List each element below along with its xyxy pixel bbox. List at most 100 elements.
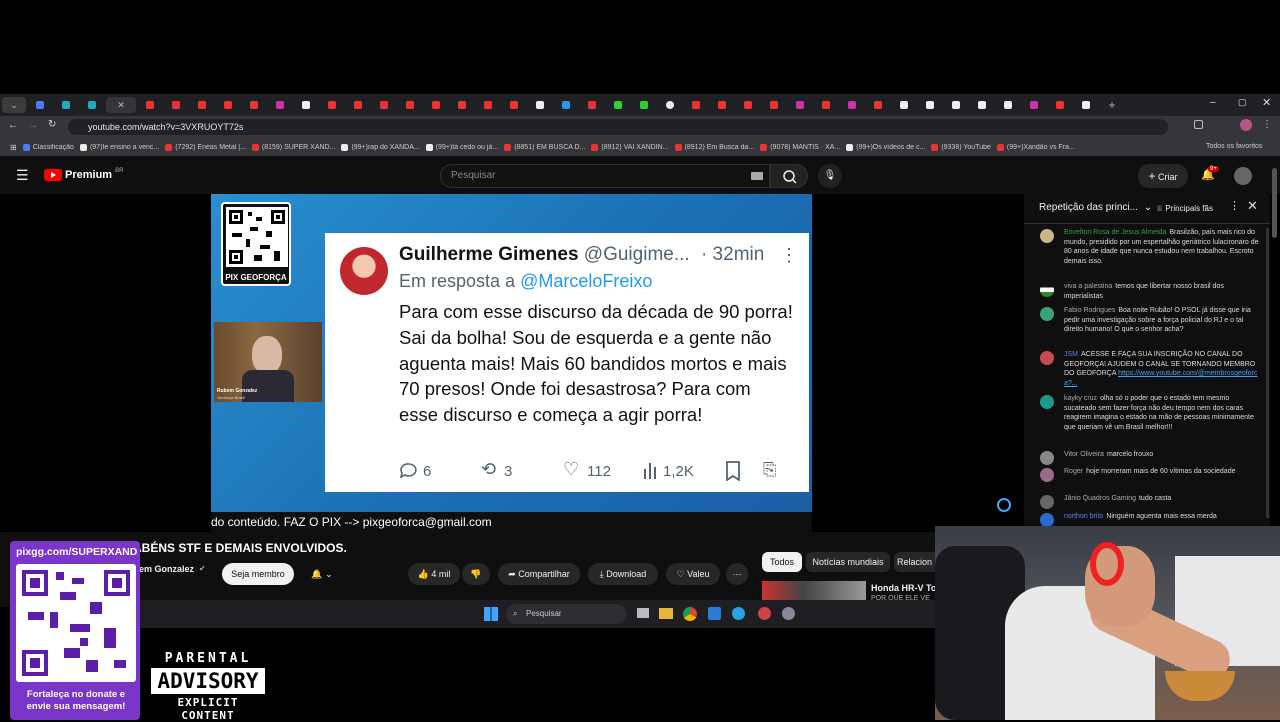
search-input[interactable]: Pesquisar xyxy=(440,164,770,188)
close-chat-icon[interactable]: ✕ xyxy=(1247,199,1258,211)
file-explorer-icon[interactable] xyxy=(659,608,673,619)
browser-tab[interactable] xyxy=(788,97,812,113)
join-button[interactable]: Seja membro xyxy=(222,563,294,585)
notifications-bell-button[interactable]: 🔔 ⌄ xyxy=(302,563,342,585)
browser-tab[interactable] xyxy=(216,97,240,113)
chrome-icon[interactable] xyxy=(683,607,697,621)
bookmark-item[interactable]: (7292) Enéas Metal |... xyxy=(165,143,246,151)
create-button[interactable]: + Criar xyxy=(1138,164,1188,188)
download-button[interactable]: ⤓ Download xyxy=(588,563,658,585)
chip-world-news[interactable]: Notícias mundiais xyxy=(806,552,890,572)
bookmark-item[interactable]: (99+)Os vídeos de c... xyxy=(846,143,925,151)
maximize-button[interactable]: ▢ xyxy=(1238,97,1247,108)
tab-list-button[interactable]: ⌄ xyxy=(2,97,26,113)
account-avatar[interactable] xyxy=(1234,167,1252,185)
keyboard-icon[interactable] xyxy=(751,172,763,180)
menu-icon[interactable]: ⋮ xyxy=(1262,119,1272,130)
browser-tab[interactable] xyxy=(1022,97,1046,113)
browser-tab[interactable] xyxy=(398,97,422,113)
bookmark-item[interactable]: (8912) VAI XANDIN... xyxy=(591,143,669,151)
hamburger-menu-icon[interactable]: ☰ xyxy=(16,167,29,184)
browser-tab[interactable] xyxy=(684,97,708,113)
like-button[interactable]: 👍 4 mil xyxy=(408,563,460,585)
search-button[interactable] xyxy=(770,164,808,188)
taskbar-search[interactable]: ⌕ Pesquisar xyxy=(506,604,626,624)
browser-tab[interactable] xyxy=(242,97,266,113)
browser-tab[interactable] xyxy=(710,97,734,113)
browser-tab[interactable] xyxy=(294,97,318,113)
channel-name[interactable]: em Gonzalez xyxy=(139,564,194,574)
bookmark-item[interactable]: (8851) EM BUSCA D... xyxy=(504,143,585,151)
browser-tab[interactable] xyxy=(80,97,104,113)
browser-tab[interactable] xyxy=(1048,97,1072,113)
chat-scrollbar[interactable] xyxy=(1266,228,1269,518)
browser-tab[interactable] xyxy=(1074,97,1098,113)
back-icon[interactable]: ← xyxy=(8,120,18,131)
browser-tab[interactable] xyxy=(268,97,292,113)
bookmark-item[interactable]: (8159) SUPER XAND... xyxy=(251,143,335,151)
app-icon[interactable] xyxy=(708,607,721,620)
page-scrollbar[interactable] xyxy=(1272,168,1277,238)
close-window-button[interactable]: ✕ xyxy=(1262,96,1271,109)
youtube-logo[interactable]: Premium BR xyxy=(44,168,123,181)
active-tab[interactable]: ✕ xyxy=(106,97,136,113)
chevron-down-icon[interactable]: ⌄ xyxy=(1144,202,1152,213)
browser-tab[interactable] xyxy=(580,97,604,113)
browser-tab[interactable] xyxy=(866,97,890,113)
browser-tab[interactable] xyxy=(54,97,78,113)
bookmark-item[interactable]: (99+)tá cedo ou já... xyxy=(425,143,498,151)
profile-avatar[interactable] xyxy=(1240,119,1252,131)
browser-tab[interactable] xyxy=(164,97,188,113)
chip-related[interactable]: Relacion xyxy=(894,552,935,572)
browser-tab[interactable] xyxy=(658,97,682,113)
browser-tab[interactable] xyxy=(840,97,864,113)
bookmark-item[interactable]: Classificação xyxy=(22,143,74,151)
browser-tab[interactable] xyxy=(892,97,916,113)
browser-tab[interactable] xyxy=(190,97,214,113)
bookmark-item[interactable]: (9338) YouTube xyxy=(931,143,991,151)
url-field[interactable]: youtube.com/watch?v=3VXRUOYT72s xyxy=(68,119,1168,135)
browser-tab[interactable] xyxy=(424,97,448,113)
chat-menu-icon[interactable]: ⋮ xyxy=(1229,201,1240,212)
voice-search-button[interactable]: 🎙 xyxy=(818,164,842,188)
extensions-icon[interactable] xyxy=(1194,120,1203,129)
bookmark-item[interactable]: (8912) Em Busca da... xyxy=(674,143,754,151)
apps-icon[interactable]: ⊞ xyxy=(10,143,17,152)
browser-tab[interactable] xyxy=(996,97,1020,113)
browser-tab[interactable] xyxy=(28,97,52,113)
app-icon[interactable] xyxy=(758,607,771,620)
browser-tab[interactable] xyxy=(632,97,656,113)
browser-tab[interactable] xyxy=(138,97,162,113)
bookmark-item[interactable]: (9078) MANTIS · XA... xyxy=(760,143,840,151)
browser-tab[interactable] xyxy=(450,97,474,113)
bookmark-item[interactable]: (97)Ie ensino a venc... xyxy=(79,143,159,151)
browser-tab[interactable] xyxy=(944,97,968,113)
forward-icon[interactable]: → xyxy=(28,120,38,131)
chat-mode-dropdown[interactable]: Repetição das princi... xyxy=(1039,202,1138,213)
new-tab-button[interactable]: + xyxy=(1100,97,1124,113)
browser-tab[interactable] xyxy=(502,97,526,113)
all-bookmarks[interactable]: Todos os favoritos xyxy=(1206,143,1262,150)
browser-tab[interactable] xyxy=(736,97,760,113)
browser-tab[interactable] xyxy=(320,97,344,113)
bookmark-item[interactable]: (99+)rap do XANDÃ... xyxy=(341,143,420,151)
reload-icon[interactable]: ↻ xyxy=(48,119,56,130)
chip-all[interactable]: Todos xyxy=(762,552,802,572)
telegram-icon[interactable] xyxy=(732,607,745,620)
browser-tab[interactable] xyxy=(372,97,396,113)
browser-tab[interactable] xyxy=(528,97,552,113)
task-view-icon[interactable] xyxy=(637,608,649,618)
browser-tab[interactable] xyxy=(970,97,994,113)
browser-tab[interactable] xyxy=(918,97,942,113)
browser-tab[interactable] xyxy=(346,97,370,113)
minimize-button[interactable]: – xyxy=(1210,97,1216,108)
browser-tab[interactable] xyxy=(814,97,838,113)
browser-tab[interactable] xyxy=(476,97,500,113)
more-actions-button[interactable]: ⋯ xyxy=(726,563,748,585)
settings-icon[interactable] xyxy=(782,607,795,620)
dislike-button[interactable]: 👎 xyxy=(462,563,490,585)
windows-start-icon[interactable] xyxy=(484,607,498,621)
scroll-to-bottom-icon[interactable] xyxy=(997,498,1011,512)
share-button[interactable]: ➦ Compartilhar xyxy=(498,563,580,585)
thanks-button[interactable]: ♡ Valeu xyxy=(666,563,720,585)
